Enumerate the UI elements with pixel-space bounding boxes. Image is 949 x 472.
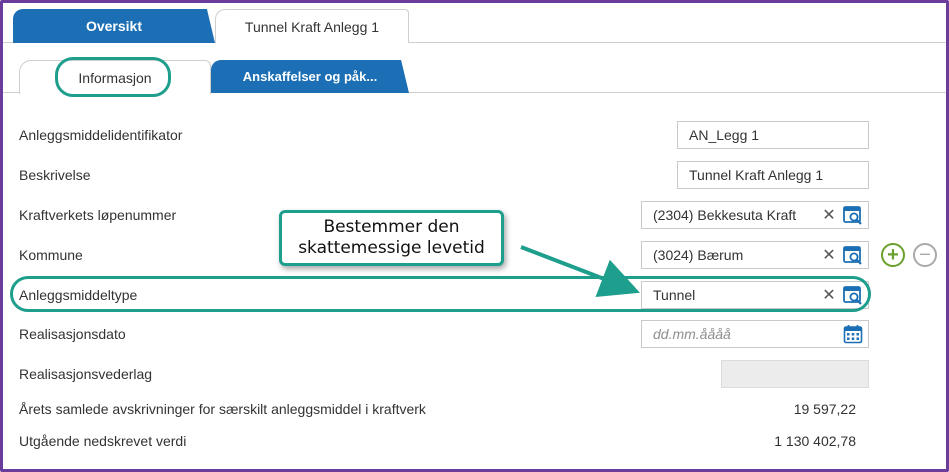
tab-oversikt-label: Oversikt [85,18,143,34]
annotation-arrow [520,245,640,298]
row-realization-date: Realisasjonsdato dd.mm.åååå [3,317,946,351]
annotation-callout: Bestemmer den skattemessige levetid [279,210,504,266]
written-down-value-value: 1 130 402,78 [774,433,856,449]
minus-circle-icon[interactable]: − [913,243,937,267]
tab-oversikt[interactable]: Oversikt [13,9,215,43]
lookup-icon[interactable] [842,244,864,266]
main-content: Informasjon Anskaffelser og påk... Anleg… [3,43,946,469]
asset-id-value: AN_Legg 1 [689,127,760,143]
written-down-value-label: Utgående nedskrevet verdi [19,433,187,449]
asset-id-label: Anleggsmiddelidentifikator [19,127,183,143]
close-icon[interactable]: ✕ [820,245,838,265]
lookup-icon[interactable] [842,204,864,226]
row-annual-depreciation: Årets samlede avskrivninger for særskilt… [3,392,946,426]
plant-number-label: Kraftverkets løpenummer [19,207,177,223]
asset-id-input[interactable]: AN_Legg 1 [677,121,869,149]
municipality-input[interactable]: (3024) Bærum ✕ [641,241,869,269]
realization-compensation-label: Realisasjonsvederlag [19,366,153,382]
tab-tunnel-label: Tunnel Kraft Anlegg 1 [244,19,380,35]
municipality-value: (3024) Bærum [653,247,744,263]
annual-depreciation-value: 19 597,22 [793,401,856,417]
plant-number-input[interactable]: (2304) Bekkesuta Kraft ✕ [641,201,869,229]
realization-compensation-input [721,360,869,388]
tab-anskaffelser-label: Anskaffelser og påk... [242,69,378,84]
informasjon-highlight [55,57,171,97]
tab-tunnel-kraft-anlegg[interactable]: Tunnel Kraft Anlegg 1 [215,9,409,44]
municipality-label: Kommune [19,247,83,263]
callout-line-1: Bestemmer den [323,217,460,237]
realization-date-label: Realisasjonsdato [19,326,126,342]
plant-number-value: (2304) Bekkesuta Kraft [653,207,797,223]
annual-depreciation-label: Årets samlede avskrivninger for særskilt… [19,401,426,417]
calendar-icon[interactable] [842,323,864,345]
row-asset-id: Anleggsmiddelidentifikator AN_Legg 1 [3,118,946,152]
asset-type-highlight [10,276,871,312]
callout-line-2: skattemessige levetid [298,238,485,258]
tab-anskaffelser[interactable]: Anskaffelser og påk... [211,60,409,93]
top-tab-bar: Oversikt Tunnel Kraft Anlegg 1 [3,3,946,44]
row-realization-compensation: Realisasjonsvederlag [3,357,946,391]
realization-date-input[interactable]: dd.mm.åååå [641,320,869,348]
close-icon[interactable]: ✕ [820,205,838,225]
description-value: Tunnel Kraft Anlegg 1 [689,167,824,183]
row-written-down-value: Utgående nedskrevet verdi 1 130 402,78 [3,424,946,458]
description-label: Beskrivelse [19,167,91,183]
plus-circle-icon[interactable]: + [881,243,905,267]
realization-date-placeholder: dd.mm.åååå [653,326,731,342]
row-description: Beskrivelse Tunnel Kraft Anlegg 1 [3,158,946,192]
description-input[interactable]: Tunnel Kraft Anlegg 1 [677,161,869,189]
